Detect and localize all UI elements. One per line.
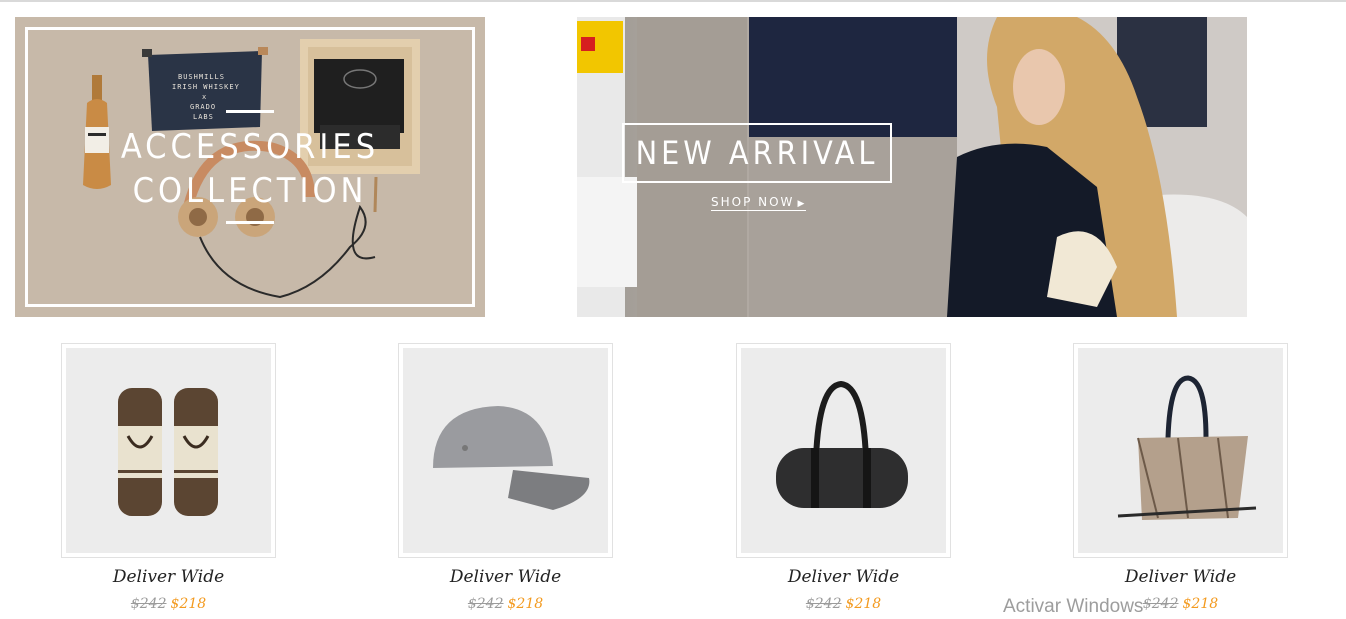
product-thumbnail[interactable] bbox=[398, 343, 613, 558]
product-name[interactable]: Deliver Wide bbox=[61, 567, 276, 587]
sale-price: $218 bbox=[507, 596, 544, 612]
product-thumbnail[interactable] bbox=[61, 343, 276, 558]
sale-price: $218 bbox=[845, 596, 882, 612]
title-bar-bottom bbox=[226, 221, 274, 224]
product-name[interactable]: Deliver Wide bbox=[736, 567, 951, 587]
old-price: $242 bbox=[1142, 596, 1179, 612]
sale-price: $218 bbox=[1182, 596, 1219, 612]
product-card[interactable]: Deliver Wide $242 $218 bbox=[398, 343, 613, 612]
shop-now-link[interactable]: SHOP NOW ▶ bbox=[711, 195, 807, 211]
shop-now-label: SHOP NOW bbox=[711, 195, 795, 209]
old-price: $242 bbox=[805, 596, 842, 612]
accessories-title: ACCESSORIES COLLECTION bbox=[95, 125, 405, 213]
accessories-collection-banner[interactable]: BUSHMILLS IRISH WHISKEY x GRADO LABS ACC… bbox=[15, 17, 485, 317]
activate-windows-watermark: Activar Windows bbox=[1003, 596, 1144, 617]
new-arrival-title: NEW ARRIVAL bbox=[622, 123, 892, 183]
cap-icon bbox=[433, 406, 590, 510]
mittens-icon bbox=[118, 388, 218, 516]
accessories-title-line1: ACCESSORIES bbox=[120, 127, 380, 167]
top-divider bbox=[0, 0, 1346, 2]
product-card[interactable]: Deliver Wide $242 $218 bbox=[61, 343, 276, 612]
chevron-right-icon: ▶ bbox=[797, 199, 807, 209]
new-arrival-banner[interactable]: NEW ARRIVAL SHOP NOW ▶ bbox=[577, 17, 1247, 317]
product-name[interactable]: Deliver Wide bbox=[398, 567, 613, 587]
title-bar-top bbox=[226, 110, 274, 113]
old-price: $242 bbox=[130, 596, 167, 612]
product-price: $242 $218 bbox=[61, 596, 276, 612]
product-thumbnail[interactable] bbox=[736, 343, 951, 558]
product-card[interactable]: Deliver Wide $242 $218 bbox=[1073, 343, 1288, 612]
duffel-bag-icon bbox=[776, 380, 908, 508]
product-name[interactable]: Deliver Wide bbox=[1073, 567, 1288, 587]
product-price: $242 $218 bbox=[736, 596, 951, 612]
product-card[interactable]: Deliver Wide $242 $218 bbox=[736, 343, 951, 612]
product-thumbnail[interactable] bbox=[1073, 343, 1288, 558]
product-price: $242 $218 bbox=[398, 596, 613, 612]
accessories-title-line2: COLLECTION bbox=[132, 171, 368, 211]
handbag-icon bbox=[1117, 375, 1257, 520]
sale-price: $218 bbox=[170, 596, 207, 612]
old-price: $242 bbox=[467, 596, 504, 612]
